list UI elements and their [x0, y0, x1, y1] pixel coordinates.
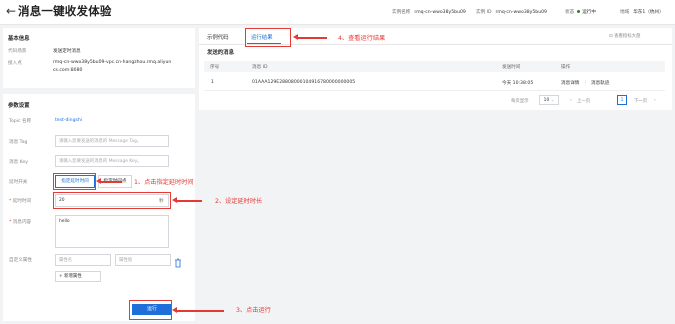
prev-page-icon[interactable]: ‹: [570, 98, 572, 103]
col-message-id: 消息 ID: [252, 65, 268, 70]
message-trace-link[interactable]: 消息轨迹: [591, 80, 609, 86]
scene-label: 代码场景: [8, 49, 27, 54]
row-index: 1: [211, 80, 214, 85]
key-label: 消息 Key: [9, 160, 28, 165]
current-page[interactable]: 1: [617, 95, 627, 105]
next-page-icon[interactable]: ›: [654, 98, 656, 103]
arrow-step1: [96, 178, 122, 184]
annotation-step3: 3、点击运行: [236, 307, 271, 314]
instance-status: 状态 运行中: [565, 10, 596, 15]
endpoint-value-line1: rmq-cn-wwo38y5bu09-vpc.cn-hangzhou.rmq.a…: [53, 60, 172, 65]
table-header: [204, 61, 665, 72]
tag-label: 消息 Tag: [9, 140, 28, 145]
delay-time-label: * 延时时间: [9, 199, 32, 204]
col-actions: 操作: [561, 65, 571, 70]
highlight-run-result-tab: [245, 28, 291, 47]
key-input[interactable]: 请输入您要发送的消息的 Message Key。: [55, 155, 169, 167]
params-title: 参数设置: [8, 103, 30, 109]
next-page-button[interactable]: 下一页: [634, 98, 647, 104]
tab-sample-code[interactable]: 示例代码: [207, 33, 229, 41]
col-send-time: 发送时间: [502, 65, 521, 70]
plus-icon: +: [59, 274, 63, 279]
status-dot-icon: [577, 10, 581, 13]
row-send-time: 今天 10:38:05: [502, 81, 534, 86]
highlight-delay-time: [53, 192, 171, 209]
add-attr-button[interactable]: + 新增属性: [55, 271, 101, 282]
custom-attr-label: 自定义属性: [9, 258, 32, 263]
prev-page-button[interactable]: 上一页: [577, 98, 590, 104]
content-label: * 消息内容: [9, 220, 32, 225]
top-bar: ← 消息一键收发体验 实例名称 rmq-cn-wwo38y5bu09 实例 ID r…: [0, 0, 675, 25]
view-metrics-link[interactable]: ⊡ 查看指标大盘: [609, 33, 640, 39]
basic-info-card: 基本信息 代码场景 发送定时消息 接入点 rmq-cn-wwo38y5bu09-…: [3, 28, 195, 88]
arrow-step2: [172, 197, 202, 203]
message-detail-link[interactable]: 消息详情: [561, 80, 579, 86]
endpoint-label: 接入点: [8, 61, 22, 66]
annotation-step2: 2、设定延时时长: [215, 198, 263, 205]
arrow-step4: [293, 34, 327, 40]
highlight-delay-button: [53, 173, 96, 190]
delay-switch-label: 延时开关: [9, 180, 28, 185]
action-divider: |: [585, 80, 587, 85]
page-size-select[interactable]: 10 ⌄: [539, 95, 559, 105]
attr-value-input[interactable]: 属性值: [115, 254, 171, 266]
tag-input[interactable]: 请输入您要发送的消息的 Message Tag。: [55, 135, 169, 147]
col-index: 序号: [210, 65, 220, 70]
topic-label: Topic 名称: [9, 119, 32, 124]
instance-name: 实例名称 rmq-cn-wwo38y5bu09: [392, 10, 466, 15]
endpoint-value-line2: cs.com:8080: [53, 68, 83, 73]
highlight-run-button: [129, 300, 172, 320]
topic-value: test-dingshi: [55, 118, 83, 123]
content-textarea[interactable]: hello: [55, 215, 169, 248]
chevron-down-icon: ⌄: [549, 98, 555, 103]
arrow-step3: [172, 307, 224, 313]
sent-messages-title: 发送的消息: [207, 50, 234, 56]
back-arrow-icon[interactable]: ←: [6, 4, 16, 18]
instance-region: 地域 华东1（杭州）: [620, 10, 664, 15]
page-size-label: 每页显示: [511, 99, 529, 104]
annotation-step1: 1、点击指定延时时间: [134, 179, 194, 186]
basic-info-title: 基本信息: [8, 36, 30, 42]
row-message-id: 01AAA129E28808000104916780000000005: [252, 80, 356, 85]
page-title: 消息一键收发体验: [18, 4, 112, 18]
instance-id: 实例 ID rmq-cn-wwo38y5bu09: [476, 10, 547, 15]
trash-icon[interactable]: [174, 253, 182, 268]
annotation-step4: 4、查看运行结果: [338, 35, 386, 42]
attr-name-input[interactable]: 属性名: [55, 254, 111, 266]
row-divider: [204, 90, 665, 91]
scene-value: 发送定时消息: [53, 49, 81, 54]
